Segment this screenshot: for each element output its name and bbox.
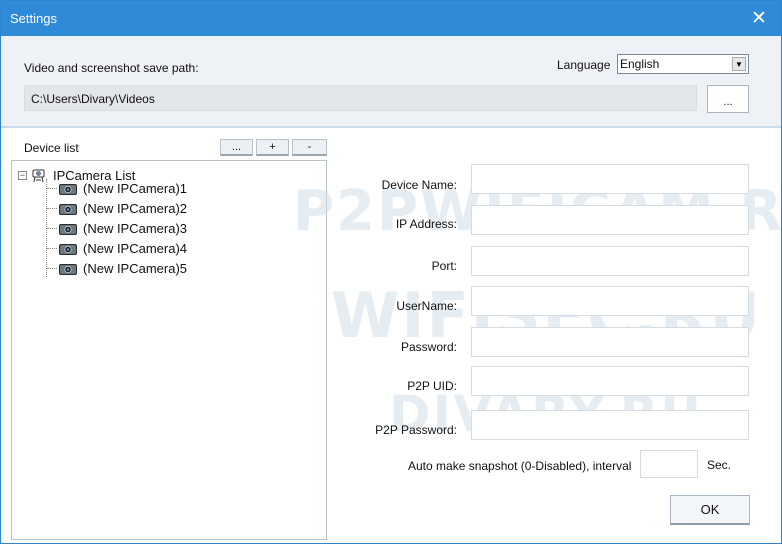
tree-item-camera-5[interactable]: (New IPCamera)5 xyxy=(58,261,187,276)
username-label: UserName: xyxy=(396,299,457,313)
tree-connector xyxy=(47,248,57,249)
tree-item-camera-2[interactable]: (New IPCamera)2 xyxy=(58,201,187,216)
ipcamera-list-icon xyxy=(32,169,45,183)
collapse-icon[interactable]: − xyxy=(18,170,27,180)
ip-address-input[interactable] xyxy=(471,205,749,235)
tree-item-label: (New IPCamera)4 xyxy=(83,241,188,256)
language-select-value: English xyxy=(620,57,660,71)
p2p-uid-input[interactable] xyxy=(471,366,749,396)
p2p-password-label: P2P Password: xyxy=(375,423,457,437)
tree-item-label: (New IPCamera)2 xyxy=(83,201,188,216)
save-path-value: C:\Users\Divary\Videos xyxy=(31,92,155,106)
tree-item-camera-3[interactable]: (New IPCamera)3 xyxy=(58,221,187,236)
device-list-label: Device list xyxy=(24,141,79,155)
tree-item-camera-1[interactable]: (New IPCamera)1 xyxy=(58,181,187,196)
port-label: Port: xyxy=(431,259,457,273)
save-path-label: Video and screenshot save path: xyxy=(24,61,199,75)
p2p-password-input[interactable] xyxy=(471,410,749,440)
tree-item-label: (New IPCamera)3 xyxy=(83,221,188,236)
device-name-label: Device Name: xyxy=(381,178,457,192)
device-more-button[interactable]: ... xyxy=(220,139,253,156)
password-label: Password: xyxy=(400,340,457,354)
close-button[interactable]: ✕ xyxy=(737,1,781,36)
save-path-section: Video and screenshot save path: Language… xyxy=(1,36,781,128)
camera-icon xyxy=(59,243,77,255)
add-device-button[interactable]: + xyxy=(256,139,289,156)
tree-connector xyxy=(47,268,57,269)
tree-connector xyxy=(47,208,57,209)
device-name-input[interactable] xyxy=(471,164,749,194)
port-input[interactable] xyxy=(471,246,749,276)
camera-icon xyxy=(59,183,77,195)
snapshot-interval-input[interactable] xyxy=(640,450,698,478)
camera-icon xyxy=(59,263,77,275)
username-input[interactable] xyxy=(471,286,749,316)
window-title: Settings xyxy=(10,11,57,26)
password-input[interactable] xyxy=(471,327,749,357)
tree-item-camera-4[interactable]: (New IPCamera)4 xyxy=(58,241,187,256)
title-bar: Settings ✕ xyxy=(1,1,781,36)
language-label: Language xyxy=(557,58,611,72)
chevron-down-icon[interactable]: ▼ xyxy=(732,57,746,71)
save-path-field[interactable]: C:\Users\Divary\Videos xyxy=(24,85,697,111)
camera-icon xyxy=(59,203,77,215)
tree-connector xyxy=(47,188,57,189)
tree-item-label: (New IPCamera)1 xyxy=(83,181,188,196)
remove-device-button[interactable]: - xyxy=(292,139,327,156)
tree-item-label: (New IPCamera)5 xyxy=(83,261,188,276)
snapshot-interval-label: Auto make snapshot (0-Disabled), interva… xyxy=(408,459,632,473)
device-tree[interactable]: − IPCamera List (New IPCamera)1 (New IPC… xyxy=(11,160,327,540)
camera-icon xyxy=(59,223,77,235)
ip-address-label: IP Address: xyxy=(395,217,457,231)
browse-button[interactable]: ... xyxy=(707,85,749,113)
p2p-uid-label: P2P UID: xyxy=(407,379,457,393)
settings-window: Settings ✕ Video and screenshot save pat… xyxy=(0,0,782,544)
ok-button[interactable]: OK xyxy=(670,495,750,525)
tree-connector xyxy=(47,228,57,229)
language-select[interactable]: English ▼ xyxy=(617,54,749,74)
seconds-label: Sec. xyxy=(707,458,732,472)
close-icon: ✕ xyxy=(751,8,767,29)
